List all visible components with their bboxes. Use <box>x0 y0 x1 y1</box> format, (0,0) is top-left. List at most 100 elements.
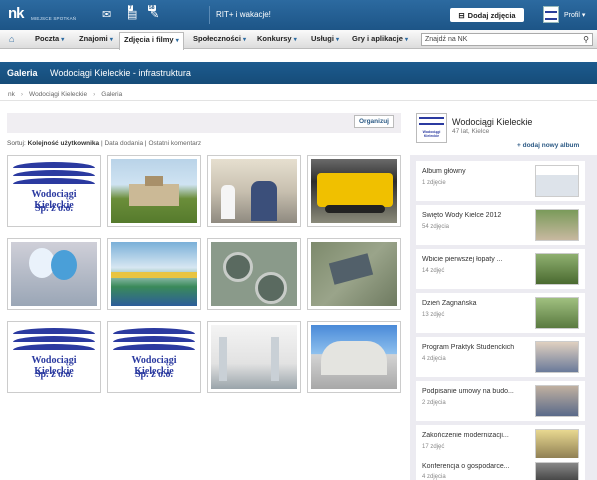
sort-user-order[interactable]: Kolejność użytkownika <box>28 140 100 147</box>
nav-label: Usługi <box>311 34 334 43</box>
album-item[interactable]: Święto Wody Kielce 2012 54 zdjęcia <box>416 205 585 245</box>
album-title: Święto Wody Kielce 2012 <box>422 212 502 219</box>
search-icon[interactable]: ⚲ <box>583 34 589 45</box>
album-count: 1 zdjęcie <box>422 180 446 186</box>
album-title: Album główny <box>422 168 466 175</box>
chevron-down-icon: ▾ <box>404 37 408 43</box>
album-cover <box>535 385 579 417</box>
profile-logo[interactable]: Wodociągi Kieleckie <box>416 113 447 143</box>
album-count: 4 zdjęcia <box>422 474 446 480</box>
photo-thumbnail[interactable] <box>307 155 401 227</box>
add-album-link[interactable]: + dodaj nowy album <box>517 142 579 149</box>
album-title: Podpisanie umowy na budo... <box>422 388 514 395</box>
album-cover <box>535 209 579 241</box>
divider <box>209 6 210 24</box>
breadcrumb-link[interactable]: nk <box>8 91 15 98</box>
photo-thumbnail[interactable] <box>207 155 301 227</box>
album-count: 14 zdjęć <box>422 268 445 274</box>
chevron-down-icon: ▾ <box>61 37 65 43</box>
page-title: Galeria <box>7 68 38 78</box>
album-cover <box>535 462 579 480</box>
chevron-down-icon: ▾ <box>175 38 179 44</box>
album-item[interactable]: Dzień Zagnańska 13 zdjęć <box>416 293 585 333</box>
album-item[interactable]: Podpisanie umowy na budo... 2 zdjęcia <box>416 381 585 421</box>
nav-label: Poczta <box>35 34 60 43</box>
nav-zdjecia[interactable]: Zdjęcia i filmy ▾ <box>119 32 184 50</box>
nav-spolecznosci[interactable]: Społeczności ▾ <box>193 34 246 43</box>
album-item[interactable]: Album główny 1 zdjęcie <box>416 161 585 201</box>
album-title: Dzień Zagnańska <box>422 300 477 307</box>
album-cover <box>535 297 579 329</box>
profile-meta: 47 lat, Kielce <box>452 128 490 135</box>
breadcrumb: nk › Wodociągi Kieleckie › Galeria <box>8 91 122 98</box>
logo-line-2: Sp. z o.o. <box>134 369 174 380</box>
pump-hall-photo <box>111 242 197 306</box>
sort-options: Sortuj: Kolejność użytkownika | Data dod… <box>7 140 202 147</box>
sort-comment[interactable]: Ostatni komentarz <box>148 140 201 147</box>
album-cover <box>535 429 579 461</box>
service-van-photo <box>311 159 397 223</box>
album-cover <box>535 165 579 197</box>
search-input[interactable]: Znajdź na NK ⚲ <box>421 33 593 46</box>
photo-thumbnail[interactable]: Wodociągi Kieleckie Sp. z o.o. <box>7 155 101 227</box>
album-title: Wbicie pierwszej łopaty ... <box>422 256 503 263</box>
photo-thumbnail[interactable]: Wodociągi Kieleckie Sp. z o.o. <box>7 321 101 393</box>
album-count: 13 zdjęć <box>422 312 445 318</box>
page-header: Galeria Wodociągi Kieleckie - infrastruk… <box>0 62 597 84</box>
nav-gry[interactable]: Gry i aplikacje ▾ <box>352 34 408 43</box>
mail-icon[interactable]: ✉ <box>102 8 111 21</box>
photo-thumbnail[interactable] <box>307 238 401 310</box>
page-subtitle: Wodociągi Kieleckie - infrastruktura <box>50 68 191 78</box>
building-photo <box>111 159 197 223</box>
profile-logo-text: Wodociągi Kieleckie <box>422 130 441 138</box>
breadcrumb-separator: › <box>20 91 24 98</box>
nav-label: Zdjęcia i filmy <box>124 35 174 44</box>
promo-link[interactable]: RIT+ i wakacje! <box>216 10 271 19</box>
photo-thumbnail[interactable] <box>207 238 301 310</box>
company-logo-image: Wodociągi Kieleckie Sp. z o.o. <box>11 325 97 389</box>
main-nav: ⌂ Poczta ▾ Znajomi ▾ Zdjęcia i filmy ▾ S… <box>0 30 597 50</box>
photo-thumbnail[interactable]: Wodociągi Kieleckie Sp. z o.o. <box>107 321 201 393</box>
album-item[interactable]: Program Praktyk Studenckich 4 zdjęcia <box>416 337 585 377</box>
invitations-badge: 7 <box>128 5 133 11</box>
photo-thumbnail[interactable] <box>7 238 101 310</box>
photo-thumbnail[interactable] <box>107 238 201 310</box>
profile-menu[interactable]: Profil ▾ <box>564 11 585 19</box>
nav-label: Znajomi <box>79 34 108 43</box>
home-icon[interactable]: ⌂ <box>9 34 14 44</box>
photo-thumbnail[interactable] <box>307 321 401 393</box>
album-count: 17 zdjęć <box>422 444 445 450</box>
add-photos-button[interactable]: ⊟ Dodaj zdjęcia <box>450 8 524 22</box>
nav-label: Gry i aplikacje <box>352 34 403 43</box>
photo-thumbnail[interactable] <box>107 155 201 227</box>
logo-line-2: Sp. z o.o. <box>34 369 74 380</box>
album-title: Program Praktyk Studenckich <box>422 344 515 351</box>
album-item[interactable]: Konferencja o gospodarce... 4 zdjęcia <box>416 458 585 480</box>
logo-line-2: Sp. z o.o. <box>34 203 74 214</box>
photo-thumbnail[interactable] <box>207 321 301 393</box>
breadcrumb-link[interactable]: Wodociągi Kieleckie <box>29 91 87 98</box>
breadcrumb-current: Galeria <box>101 91 123 98</box>
add-photo-icon: ⊟ <box>458 10 465 20</box>
album-title: Zakończenie modernizacji... <box>422 432 509 439</box>
organize-button[interactable]: Organizuj <box>354 115 394 128</box>
nav-konkursy[interactable]: Konkursy ▾ <box>257 34 297 43</box>
aerial-tanks-photo <box>211 242 297 306</box>
chevron-down-icon: ▾ <box>581 12 586 19</box>
search-placeholder: Znajdź na NK <box>425 36 468 43</box>
nk-logo[interactable]: nk <box>8 5 24 22</box>
profile-name[interactable]: Wodociągi Kieleckie <box>452 117 532 127</box>
balloons-photo <box>11 242 97 306</box>
nav-znajomi[interactable]: Znajomi ▾ <box>79 34 113 43</box>
sort-date[interactable]: Data dodania <box>104 140 143 147</box>
aerial-plant-photo <box>311 242 397 306</box>
logo-text: nk <box>8 5 24 22</box>
office-interior-photo <box>211 325 297 389</box>
notifications-badge: 58 <box>148 5 156 11</box>
nav-uslugi[interactable]: Usługi ▾ <box>311 34 339 43</box>
album-count: 4 zdjęcia <box>422 356 446 362</box>
nav-poczta[interactable]: Poczta ▾ <box>35 34 64 43</box>
profile-label: Profil <box>564 12 580 19</box>
avatar[interactable] <box>543 6 559 23</box>
album-item[interactable]: Wbicie pierwszej łopaty ... 14 zdjęć <box>416 249 585 289</box>
